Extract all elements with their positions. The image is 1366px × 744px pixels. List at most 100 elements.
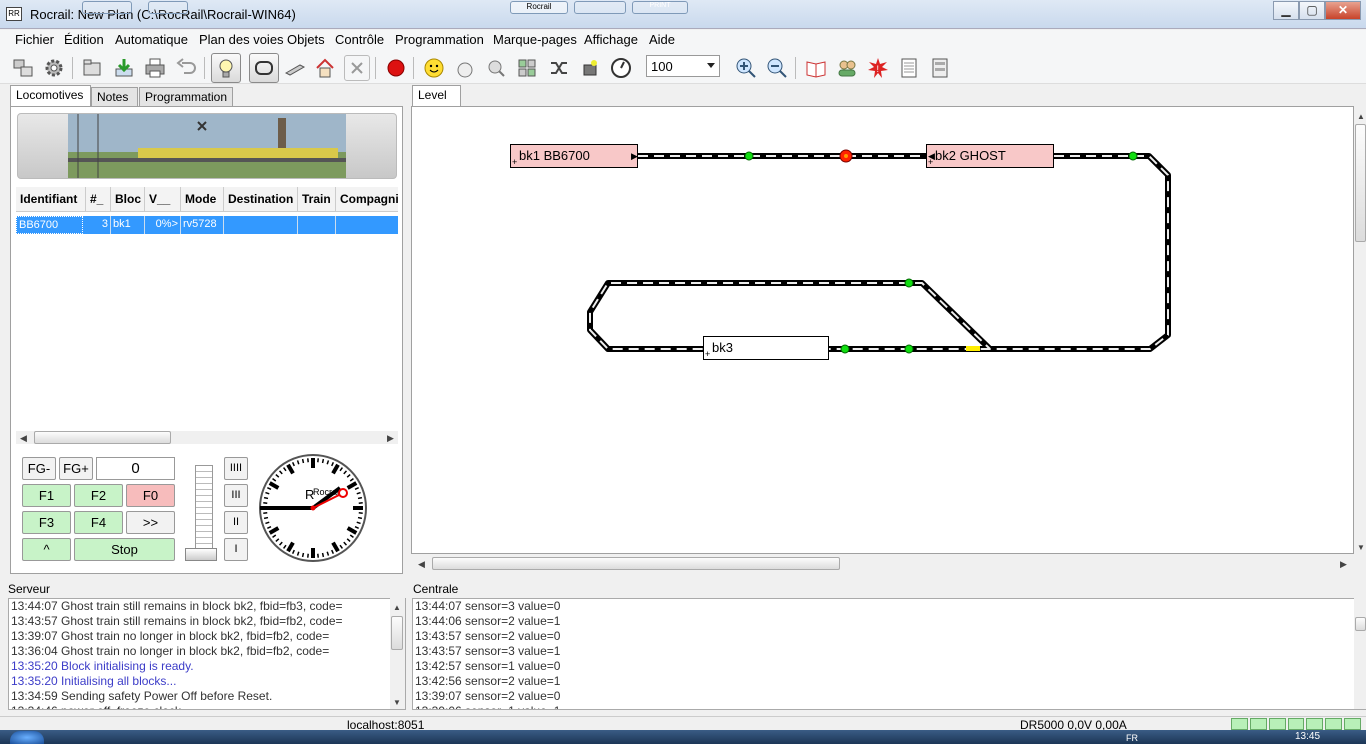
table-cell[interactable]: bk1 (111, 216, 145, 234)
column-header[interactable]: Identifiant (16, 187, 86, 212)
zoom-out-icon[interactable] (764, 55, 790, 81)
column-header[interactable]: Mode (181, 187, 224, 212)
menu-aide[interactable]: Aide (649, 32, 675, 47)
speed-slider-track[interactable] (195, 465, 213, 553)
column-header[interactable]: Bloc (111, 187, 145, 212)
block-bk2[interactable]: ◀ bk2 GHOST + (926, 144, 1054, 168)
mouse-icon[interactable] (452, 55, 478, 81)
open-folder-icon[interactable] (79, 55, 105, 81)
scrollbar-thumb[interactable] (432, 557, 840, 570)
scroll-right-icon[interactable]: ▶ (1340, 559, 1347, 570)
tab-programmation[interactable]: Programmation (139, 87, 233, 108)
scroll-up-icon[interactable]: ▲ (1357, 112, 1365, 121)
f3-button[interactable]: F3 (22, 511, 71, 534)
smiley-icon[interactable] (421, 55, 447, 81)
menu-plan-des-voies[interactable]: Plan des voies (199, 32, 284, 47)
tab-locomotives[interactable]: Locomotives (10, 85, 91, 108)
speed-step-3-button[interactable]: III (224, 484, 248, 507)
locomotive-icon[interactable] (282, 55, 308, 81)
menu-edition[interactable]: Édition (64, 32, 104, 47)
maximize-button[interactable]: ▢ (1299, 1, 1325, 20)
close-button[interactable]: ✕ (1325, 1, 1361, 20)
taskbar-clock[interactable]: 13:45 (1295, 731, 1320, 742)
taskbar-print[interactable]: PRINT (632, 1, 688, 14)
central-log[interactable]: 13:44:07 sensor=3 value=0 13:44:06 sensor… (412, 598, 1366, 710)
menu-programmation[interactable]: Programmation (395, 32, 484, 47)
chevron-down-icon[interactable] (707, 63, 715, 68)
taskbar-rocrail[interactable]: Rocrail (510, 1, 568, 14)
switch-icon[interactable] (577, 55, 603, 81)
zoom-in-icon[interactable] (733, 55, 759, 81)
cancel-x-icon[interactable] (344, 55, 370, 81)
scroll-right-icon[interactable]: ▶ (387, 433, 394, 444)
fg-minus-button[interactable]: FG- (22, 457, 56, 480)
scrollbar-thumb[interactable] (34, 431, 171, 444)
minimize-button[interactable]: ▁ (1273, 1, 1299, 20)
settings-gear-icon[interactable] (41, 55, 67, 81)
language-indicator[interactable]: FR (1126, 733, 1138, 743)
taskbar-app[interactable] (82, 1, 132, 14)
tab-level-0[interactable]: Level 0 (412, 85, 461, 121)
menu-objets[interactable]: Objets (287, 32, 325, 47)
menu-affichage[interactable]: Affichage (584, 32, 638, 47)
f0-button[interactable]: F0 (126, 484, 175, 507)
clock-compass-icon[interactable] (608, 55, 634, 81)
speed-step-4-button[interactable]: IIII (224, 457, 248, 480)
grid-modules-icon[interactable] (514, 55, 540, 81)
table-cell[interactable]: 0%> (145, 216, 181, 234)
table-cell[interactable] (298, 216, 336, 234)
f2-button[interactable]: F2 (74, 484, 123, 507)
column-header[interactable]: V__ (145, 187, 181, 212)
server-log[interactable]: 13:44:07 Ghost train still remains in bl… (8, 598, 406, 710)
tab-notes[interactable]: Notes (91, 87, 138, 108)
fg-plus-button[interactable]: FG+ (59, 457, 93, 480)
server-log-scrollbar[interactable] (390, 598, 405, 709)
notepad-icon[interactable] (896, 55, 922, 81)
track-loop-icon[interactable] (249, 53, 279, 83)
scrollbar-thumb[interactable] (391, 616, 403, 650)
table-cell[interactable] (336, 216, 398, 234)
house-icon[interactable] (312, 55, 338, 81)
start-button[interactable] (10, 731, 44, 744)
table-cell[interactable]: BB6700 (16, 216, 83, 234)
f1-button[interactable]: F1 (22, 484, 71, 507)
book-icon[interactable] (803, 55, 829, 81)
column-header[interactable]: #_ (86, 187, 111, 212)
print-icon[interactable] (142, 55, 168, 81)
menu-controle[interactable]: Contrôle (335, 32, 384, 47)
speed-slider-knob[interactable] (185, 548, 217, 561)
rocrail-app-icon[interactable]: RR (6, 7, 22, 21)
speed-step-2-button[interactable]: II (224, 511, 248, 534)
emergency-stop-icon[interactable] (383, 55, 409, 81)
magnifier-object-icon[interactable] (483, 55, 509, 81)
table-cell[interactable]: rv5728 (181, 216, 224, 234)
alert-burst-icon[interactable]: ! (865, 55, 891, 81)
column-header[interactable]: Train (298, 187, 336, 212)
shuffle-icon[interactable] (546, 55, 572, 81)
scroll-down-icon[interactable]: ▼ (393, 698, 401, 707)
taskbar-app[interactable] (574, 1, 626, 14)
track-plan-canvas[interactable] (411, 106, 1354, 554)
table-row[interactable]: BB6700 3 bk1 0%> rv5728 (16, 216, 398, 234)
stop-button[interactable]: Stop (74, 538, 175, 561)
scrollbar-thumb[interactable] (1355, 617, 1366, 631)
panel-icon[interactable] (927, 55, 953, 81)
column-header[interactable]: Compagnie (336, 187, 398, 212)
users-icon[interactable] (834, 55, 860, 81)
locomotive-image[interactable] (17, 113, 397, 179)
block-bk3[interactable]: bk3 + (703, 336, 829, 360)
server-connect-icon[interactable] (10, 55, 36, 81)
speed-field[interactable]: 0 (96, 457, 175, 480)
table-cell[interactable]: 3 (86, 216, 111, 234)
menu-fichier[interactable]: Fichier (15, 32, 54, 47)
f4-button[interactable]: F4 (74, 511, 123, 534)
scroll-left-icon[interactable]: ◀ (20, 433, 27, 444)
speed-step-1-button[interactable]: I (224, 538, 248, 561)
power-lightbulb-icon[interactable] (211, 53, 241, 83)
scroll-up-icon[interactable]: ▲ (393, 603, 401, 612)
menu-marque-pages[interactable]: Marque-pages (493, 32, 577, 47)
download-save-icon[interactable] (111, 55, 137, 81)
menu-automatique[interactable]: Automatique (115, 32, 188, 47)
scrollbar-thumb[interactable] (1355, 124, 1366, 242)
block-bk1[interactable]: bk1 BB6700 ▶ + (510, 144, 638, 168)
